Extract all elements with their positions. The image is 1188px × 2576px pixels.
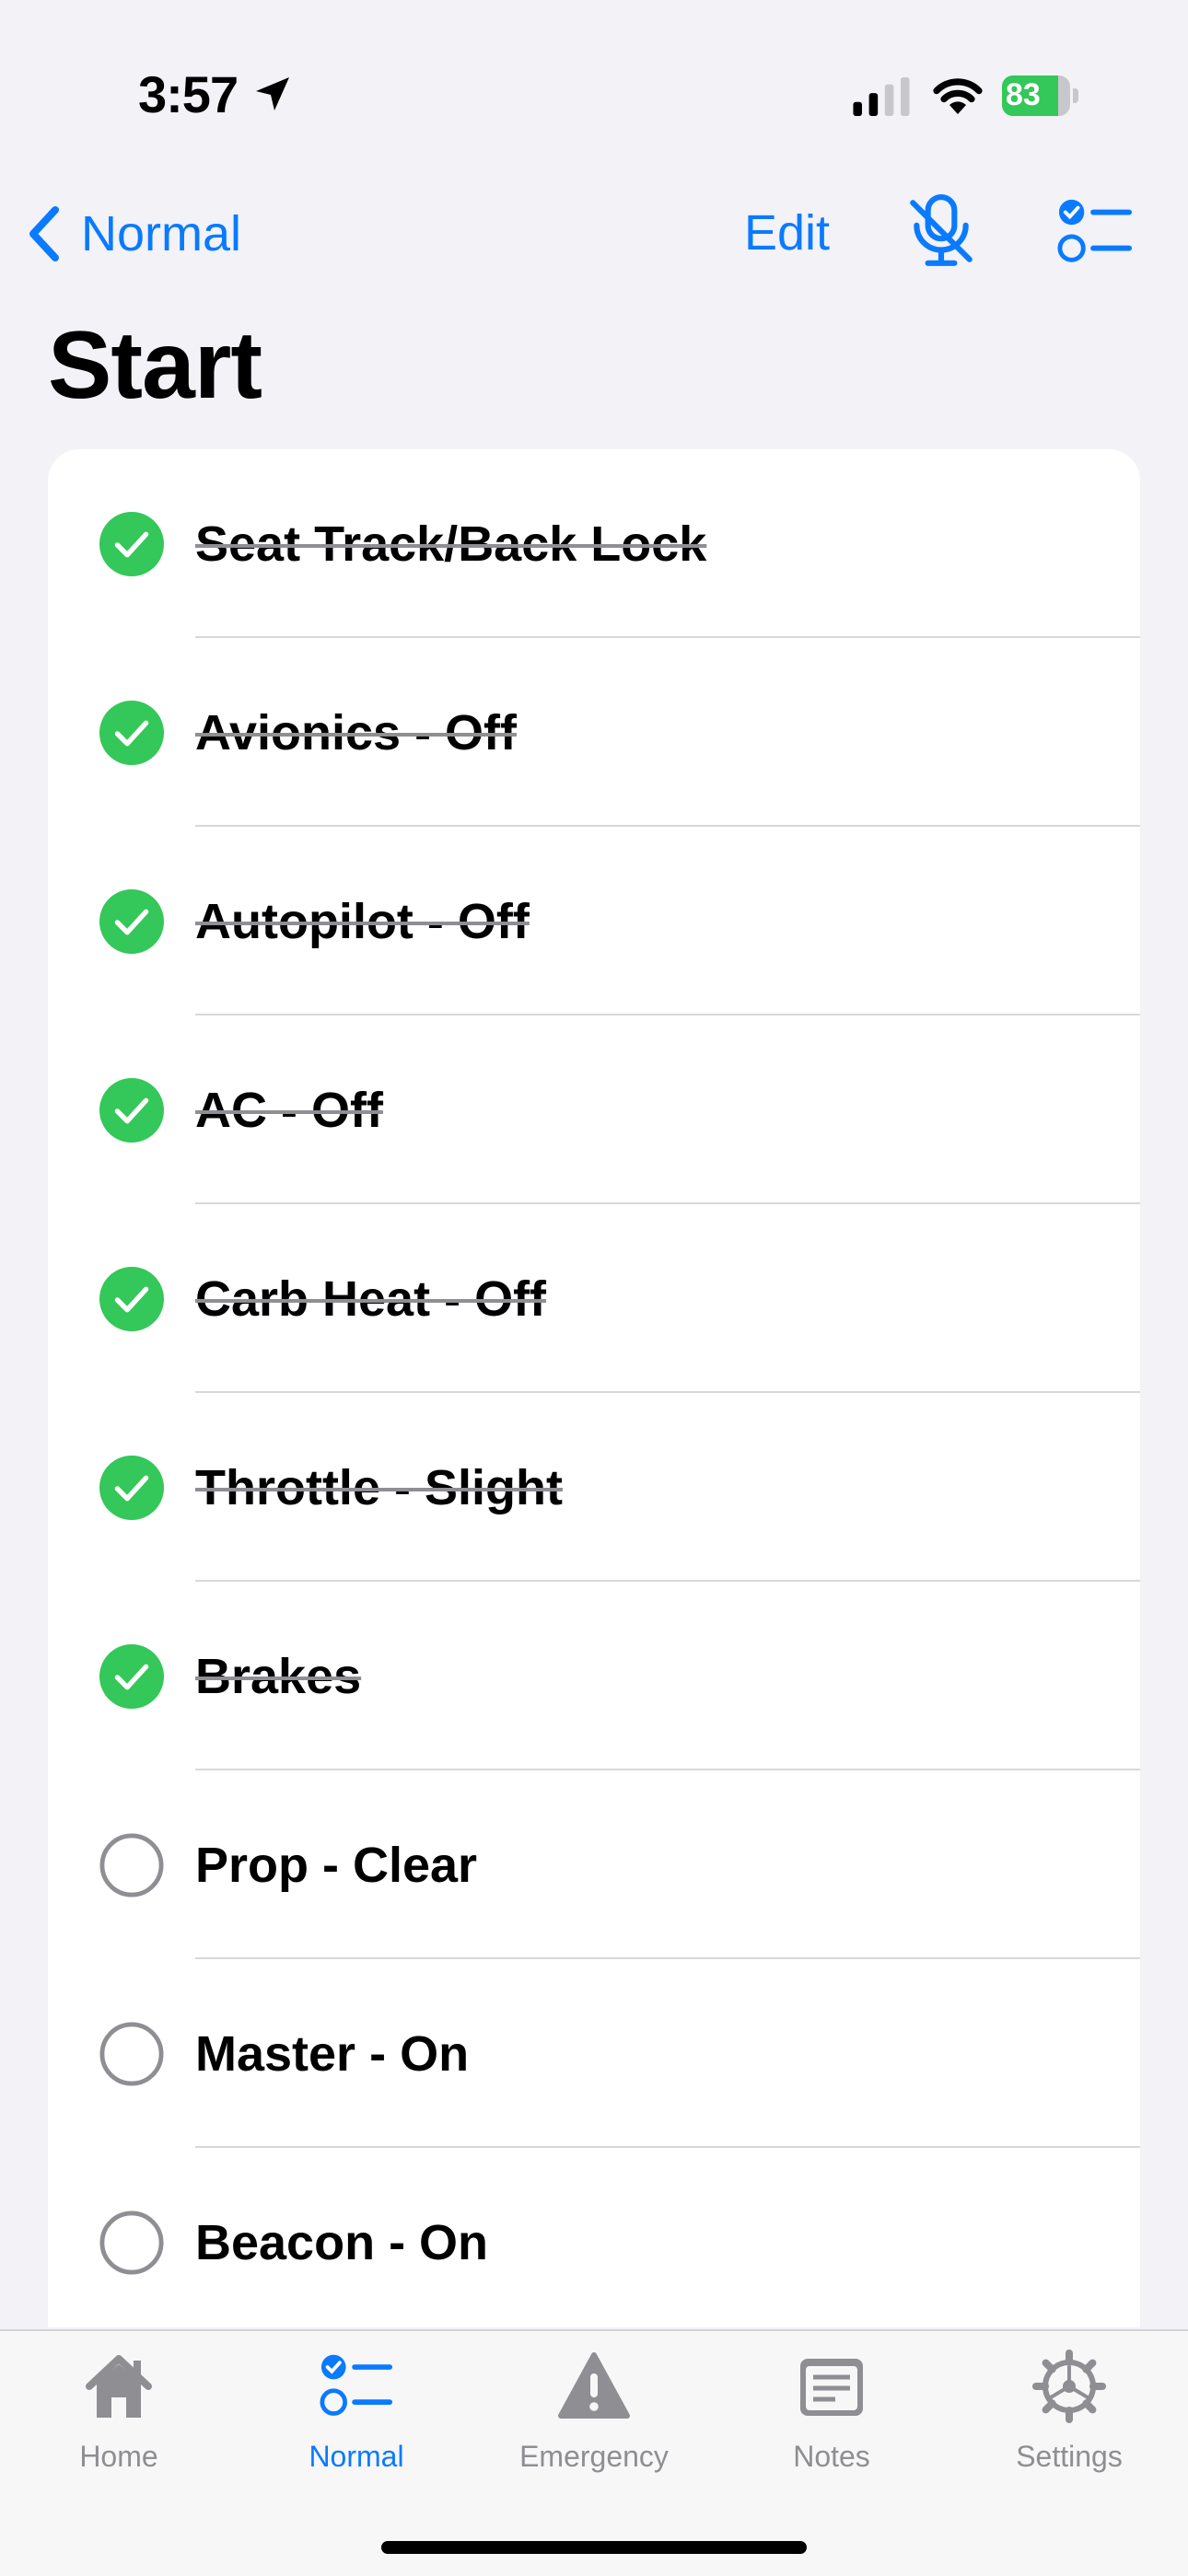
checklist-item-label: Beacon - On bbox=[195, 2215, 489, 2270]
tab-label: Emergency bbox=[519, 2440, 669, 2473]
cellular-signal-icon bbox=[853, 77, 910, 116]
page-title: Start bbox=[48, 312, 262, 419]
house-icon bbox=[86, 2355, 152, 2418]
empty-circle-icon[interactable] bbox=[99, 2210, 164, 2275]
navigation-bar: Normal Edit bbox=[0, 184, 1188, 285]
tab-label: Settings bbox=[1016, 2440, 1123, 2473]
checklist-item-master-on[interactable]: Master - On bbox=[48, 1959, 1140, 2148]
checkmark-circle-filled-icon[interactable] bbox=[99, 1644, 164, 1709]
tab-settings[interactable]: Settings bbox=[950, 2331, 1188, 2515]
chevron-left-icon bbox=[29, 206, 59, 261]
tab-label: Notes bbox=[793, 2440, 870, 2473]
tab-normal[interactable]: Normal bbox=[238, 2331, 475, 2515]
checklist-item-label: Autopilot - Off bbox=[195, 894, 530, 949]
edit-button[interactable]: Edit bbox=[744, 204, 830, 261]
checklist-item-autopilot-off[interactable]: Autopilot - Off bbox=[48, 827, 1140, 1015]
tab-notes[interactable]: Notes bbox=[713, 2331, 950, 2515]
checklist-item-ac-off[interactable]: AC - Off bbox=[48, 1015, 1140, 1204]
battery-percent: 83 bbox=[1006, 77, 1041, 112]
checklist-item-throttle-slight[interactable]: Throttle - Slight bbox=[48, 1393, 1140, 1582]
checkmark-circle-filled-icon[interactable] bbox=[99, 1456, 164, 1520]
tab-bar: Home Normal Emergency Notes Settings bbox=[0, 2329, 1188, 2576]
empty-circle-icon[interactable] bbox=[99, 1833, 164, 1897]
checklist-item-label: Throttle - Slight bbox=[195, 1460, 563, 1515]
checklist-item-seat-track-back-lock[interactable]: Seat Track/Back Lock bbox=[48, 449, 1140, 638]
checklist-item-brakes[interactable]: Brakes bbox=[48, 1582, 1140, 1770]
checklist-item-beacon-on[interactable]: Beacon - On bbox=[48, 2148, 1140, 2327]
checkmark-circle-filled-icon[interactable] bbox=[99, 1078, 164, 1143]
checklist-item-label: Avionics - Off bbox=[195, 705, 518, 760]
wifi-icon bbox=[933, 78, 983, 114]
home-indicator bbox=[381, 2541, 807, 2554]
checklist-item-label: Carb Heat - Off bbox=[195, 1271, 547, 1327]
tab-home[interactable]: Home bbox=[0, 2331, 238, 2515]
checkmark-circle-filled-icon[interactable] bbox=[99, 512, 164, 576]
location-arrow-icon bbox=[256, 77, 289, 110]
tab-label: Normal bbox=[309, 2440, 404, 2473]
back-button[interactable]: Normal bbox=[26, 197, 241, 271]
checklist-item-label: AC - Off bbox=[195, 1083, 383, 1138]
status-bar: 3:57 83 bbox=[0, 0, 1188, 184]
checklist-item-prop-clear[interactable]: Prop - Clear bbox=[48, 1770, 1140, 1959]
checklist-item-label: Prop - Clear bbox=[195, 1838, 478, 1893]
gear-icon bbox=[1032, 2350, 1106, 2423]
mic-slash-icon[interactable] bbox=[907, 193, 975, 269]
checkmark-circle-filled-icon[interactable] bbox=[99, 1267, 164, 1331]
checkmark-circle-filled-icon[interactable] bbox=[99, 701, 164, 765]
checklist: Seat Track/Back Lock Avionics - Off Autopi… bbox=[48, 449, 1140, 2327]
empty-circle-icon[interactable] bbox=[99, 2022, 164, 2086]
notes-icon bbox=[800, 2359, 863, 2416]
checklist-icon[interactable] bbox=[1057, 197, 1133, 267]
checkmark-circle-filled-icon[interactable] bbox=[99, 889, 164, 954]
checklist-item-label: Seat Track/Back Lock bbox=[195, 516, 707, 572]
back-button-label: Normal bbox=[81, 206, 242, 261]
checklist-icon bbox=[320, 2354, 393, 2416]
tab-emergency[interactable]: Emergency bbox=[475, 2331, 713, 2515]
battery-indicator: 83 bbox=[1002, 75, 1079, 116]
warning-triangle-icon bbox=[558, 2352, 630, 2419]
checklist-item-label: Brakes bbox=[195, 1649, 362, 1704]
checklist-item-avionics-off[interactable]: Avionics - Off bbox=[48, 638, 1140, 827]
checklist-item-label: Master - On bbox=[195, 2026, 470, 2082]
checklist-item-carb-heat-off[interactable]: Carb Heat - Off bbox=[48, 1204, 1140, 1393]
status-time: 3:57 bbox=[138, 65, 239, 123]
tab-label: Home bbox=[79, 2440, 158, 2473]
